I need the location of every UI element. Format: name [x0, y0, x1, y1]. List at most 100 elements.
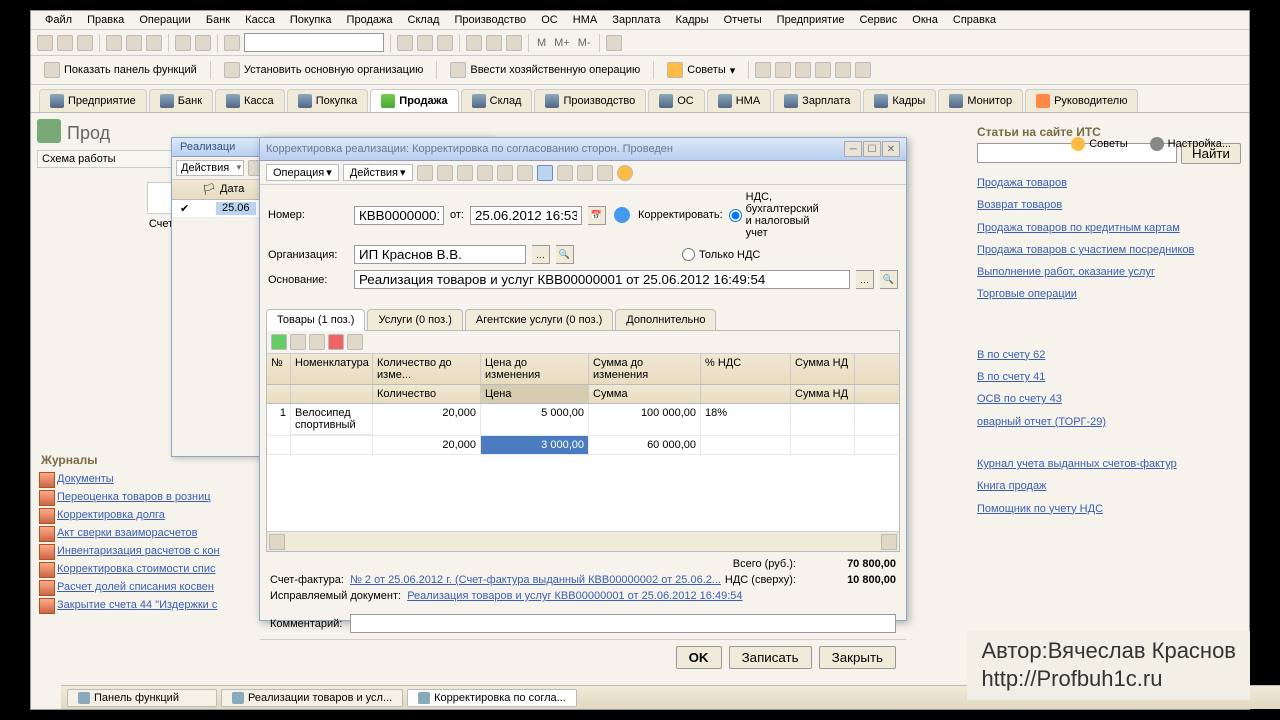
- tab-salary[interactable]: Зарплата: [773, 89, 861, 112]
- minimize-icon[interactable]: ─: [844, 141, 862, 157]
- dt-kt-icon[interactable]: [457, 165, 473, 181]
- tab-sale[interactable]: Продажа: [370, 89, 458, 112]
- report-icon[interactable]: [557, 165, 573, 181]
- radio-full[interactable]: НДС, бухгалтерский и налоговый учет: [729, 191, 809, 239]
- select-icon[interactable]: …: [532, 245, 550, 264]
- radio-vat-only[interactable]: Только НДС: [682, 248, 762, 261]
- edit-row-icon[interactable]: [309, 334, 325, 350]
- comment-input[interactable]: [350, 614, 896, 633]
- unpost-icon[interactable]: [437, 165, 453, 181]
- report-link[interactable]: оварный отчет (ТОРГ-29): [977, 411, 1241, 433]
- tips-button[interactable]: Советы: [1065, 135, 1133, 153]
- menu-salary[interactable]: Зарплата: [606, 12, 666, 28]
- tab-kassa[interactable]: Касса: [215, 89, 285, 112]
- task-panel[interactable]: Панель функций: [67, 689, 217, 707]
- its-link[interactable]: Возврат товаров: [977, 194, 1241, 216]
- new-icon[interactable]: [37, 35, 53, 51]
- org-input[interactable]: [354, 245, 526, 264]
- menu-edit[interactable]: Правка: [81, 12, 130, 28]
- tool2-icon[interactable]: [775, 62, 791, 78]
- report-link[interactable]: ОСВ по счету 43: [977, 388, 1241, 410]
- menu-bank[interactable]: Банк: [200, 12, 236, 28]
- manual-op-button[interactable]: Ввести хозяйственную операцию: [443, 59, 647, 81]
- undo-icon[interactable]: [175, 35, 191, 51]
- tool3-icon[interactable]: [795, 62, 811, 78]
- tool5-icon[interactable]: [835, 62, 851, 78]
- list-icon[interactable]: [597, 165, 613, 181]
- tool4-icon[interactable]: [815, 62, 831, 78]
- post-icon[interactable]: [417, 165, 433, 181]
- cell-price-before[interactable]: 5 000,00: [481, 404, 589, 435]
- report-link[interactable]: В по счету 62: [977, 344, 1241, 366]
- ok-button[interactable]: OK: [676, 646, 722, 669]
- menu-warehouse[interactable]: Склад: [402, 12, 446, 28]
- its-link[interactable]: Продажа товаров с участием посредников: [977, 239, 1241, 261]
- sf-link[interactable]: № 2 от 25.06.2012 г. (Счет-фактура выдан…: [350, 574, 721, 586]
- menu-windows[interactable]: Окна: [906, 12, 944, 28]
- doc-icon[interactable]: [466, 35, 482, 51]
- calendar-icon[interactable]: 📅: [588, 206, 606, 225]
- m-minus[interactable]: M-: [576, 37, 593, 49]
- menu-service[interactable]: Сервис: [854, 12, 904, 28]
- show-panel-button[interactable]: Показать панель функций: [37, 59, 204, 81]
- menu-hr[interactable]: Кадры: [670, 12, 715, 28]
- cut-icon[interactable]: [106, 35, 122, 51]
- wand-icon[interactable]: [606, 35, 622, 51]
- tool1-icon[interactable]: [755, 62, 771, 78]
- its-link[interactable]: Продажа товаров по кредитным картам: [977, 217, 1241, 239]
- its-link[interactable]: Продажа товаров: [977, 172, 1241, 194]
- close-button[interactable]: Закрыть: [819, 646, 896, 669]
- tips-dropdown[interactable]: Советы ▾: [660, 59, 742, 81]
- calendar-icon[interactable]: [417, 35, 433, 51]
- set-org-button[interactable]: Установить основную организацию: [217, 59, 431, 81]
- report-link[interactable]: Помощник по учету НДС: [977, 498, 1241, 520]
- actions-dropdown[interactable]: Действия ▾: [343, 164, 413, 181]
- tab-agent[interactable]: Агентские услуги (0 поз.): [465, 309, 613, 331]
- table-row[interactable]: 1 Велосипед спортивный 20,000 5 000,00 1…: [267, 404, 899, 436]
- movements-icon[interactable]: [537, 165, 553, 181]
- menu-help[interactable]: Справка: [947, 12, 1002, 28]
- operation-dropdown[interactable]: Операция ▾: [266, 164, 339, 181]
- menu-file[interactable]: Файл: [39, 12, 78, 28]
- row-date[interactable]: 25.06: [216, 202, 256, 215]
- tab-hr[interactable]: Кадры: [863, 89, 936, 112]
- select-icon[interactable]: …: [856, 270, 874, 289]
- table-row[interactable]: 20,000 3 000,00 60 000,00: [267, 436, 899, 455]
- journal-link[interactable]: Документы: [37, 470, 285, 488]
- tab-extra[interactable]: Дополнительно: [615, 309, 716, 331]
- copy-row-icon[interactable]: [290, 334, 306, 350]
- help-icon[interactable]: [617, 165, 633, 181]
- open-icon[interactable]: 🔍: [880, 270, 898, 289]
- tab-production[interactable]: Производство: [534, 89, 646, 112]
- fill-icon[interactable]: [497, 165, 513, 181]
- close-icon[interactable]: ✕: [882, 141, 900, 157]
- chart-icon[interactable]: [506, 35, 522, 51]
- m-plus[interactable]: M+: [552, 37, 572, 49]
- menu-production[interactable]: Производство: [448, 12, 532, 28]
- tab-services[interactable]: Услуги (0 поз.): [367, 309, 462, 331]
- menu-enterprise[interactable]: Предприятие: [771, 12, 851, 28]
- calc-icon[interactable]: [397, 35, 413, 51]
- menu-nma[interactable]: НМА: [567, 12, 603, 28]
- report-link[interactable]: В по счету 41: [977, 366, 1241, 388]
- main-menu[interactable]: Файл Правка Операции Банк Касса Покупка …: [31, 11, 1249, 30]
- copy-icon[interactable]: [126, 35, 142, 51]
- journal-link[interactable]: Переоценка товаров в розниц: [37, 488, 285, 506]
- cell-price-selected[interactable]: 3 000,00: [481, 436, 589, 454]
- redo-icon[interactable]: [195, 35, 211, 51]
- actions-dropdown[interactable]: Действия: [176, 160, 244, 176]
- corrected-doc-link[interactable]: Реализация товаров и услуг КВВ00000001 о…: [407, 590, 742, 602]
- tab-goods[interactable]: Товары (1 поз.): [266, 309, 365, 331]
- menu-reports[interactable]: Отчеты: [718, 12, 768, 28]
- menu-operations[interactable]: Операции: [133, 12, 196, 28]
- tab-monitor[interactable]: Монитор: [938, 89, 1023, 112]
- menu-kassa[interactable]: Касса: [239, 12, 281, 28]
- cell-nomenclature[interactable]: Велосипед спортивный: [291, 404, 373, 435]
- tab-purchase[interactable]: Покупка: [287, 89, 369, 112]
- menu-os[interactable]: ОС: [535, 12, 564, 28]
- delete-row-icon[interactable]: [328, 334, 344, 350]
- open-icon[interactable]: 🔍: [556, 245, 574, 264]
- base-input[interactable]: [354, 270, 850, 289]
- maximize-icon[interactable]: ☐: [863, 141, 881, 157]
- tool6-icon[interactable]: [855, 62, 871, 78]
